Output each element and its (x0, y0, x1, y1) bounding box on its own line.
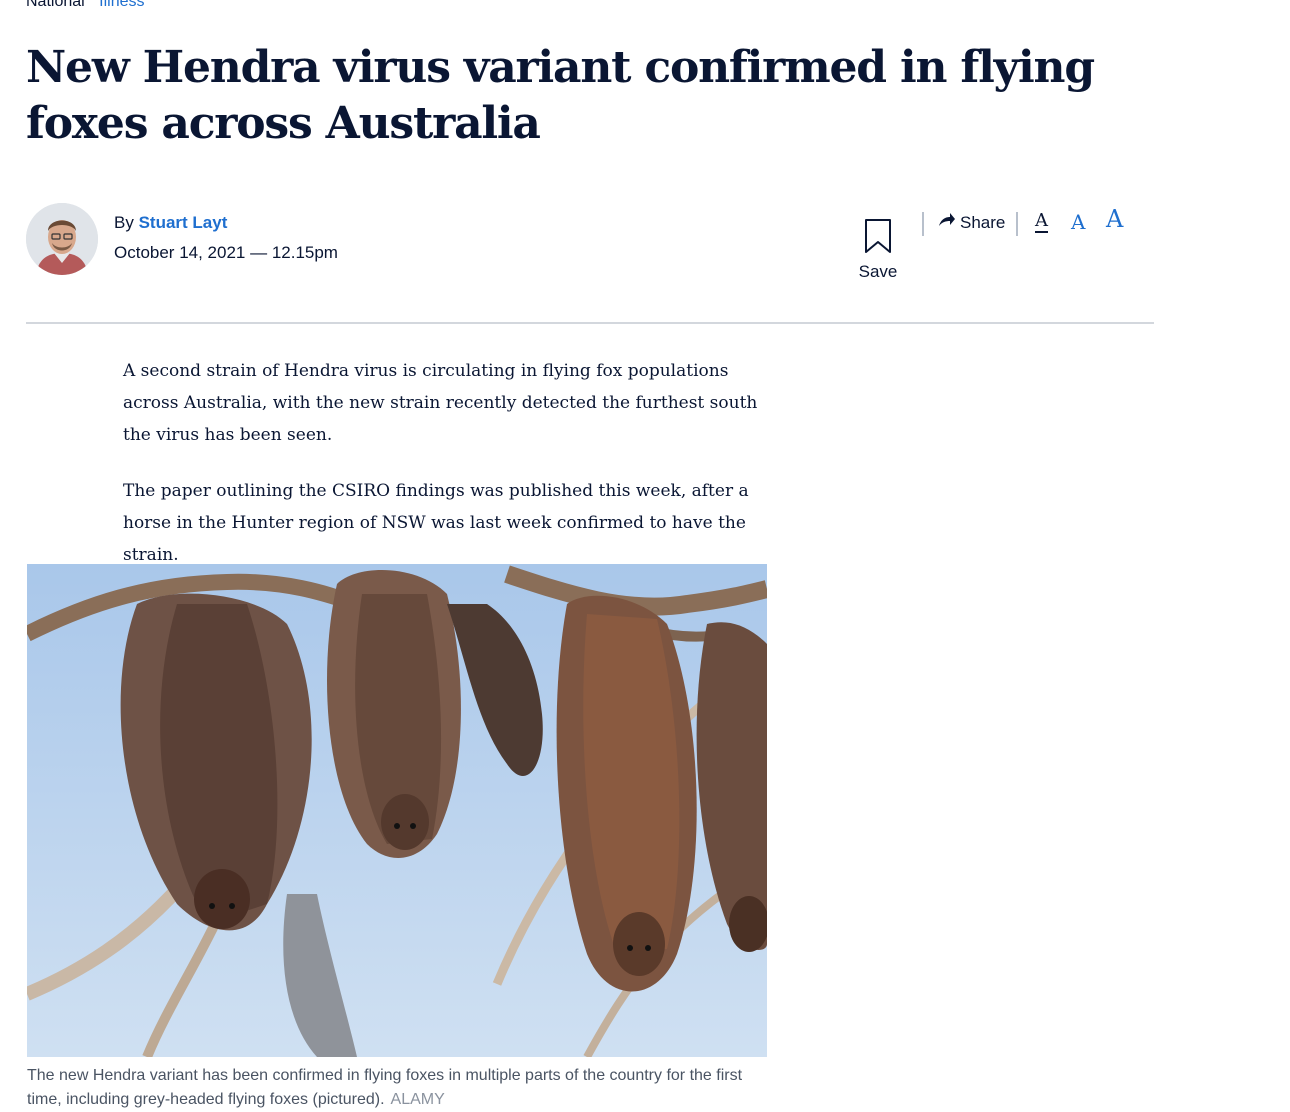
toolbar-divider (922, 212, 924, 236)
breadcrumb-subsection[interactable]: Illness (99, 0, 144, 10)
share-arrow-icon (938, 212, 956, 233)
article-paragraph: The paper outlining the CSIRO findings w… (123, 481, 749, 565)
article-title: New Hendra virus variant confirmed in fl… (26, 42, 1095, 149)
author-avatar[interactable] (26, 203, 98, 275)
image-credit: ALAMY (390, 1091, 445, 1108)
byline-prefix: By (114, 213, 134, 232)
author-link[interactable]: Stuart Layt (139, 213, 228, 232)
article-paragraph: A second strain of Hendra virus is circu… (123, 361, 758, 445)
image-caption-text: The new Hendra variant has been confirme… (27, 1067, 743, 1108)
article-photo[interactable] (27, 564, 767, 1057)
save-label: Save (858, 262, 898, 281)
bookmark-icon (858, 218, 898, 254)
header-divider (26, 322, 1154, 324)
save-button[interactable]: Save (858, 218, 898, 284)
font-size-small-button[interactable]: A (1035, 211, 1048, 233)
font-size-large-button[interactable]: A (1106, 205, 1123, 233)
breadcrumb: National Illness (26, 0, 145, 11)
publish-date: October 14, 2021 — 12.15pm (114, 243, 338, 262)
byline: By Stuart Layt (114, 213, 227, 233)
share-label: Share (960, 212, 1006, 232)
breadcrumb-section[interactable]: National (26, 0, 85, 10)
share-button[interactable]: Share (938, 212, 1005, 233)
toolbar-divider (1016, 212, 1018, 236)
font-size-medium-button[interactable]: A (1071, 210, 1085, 234)
